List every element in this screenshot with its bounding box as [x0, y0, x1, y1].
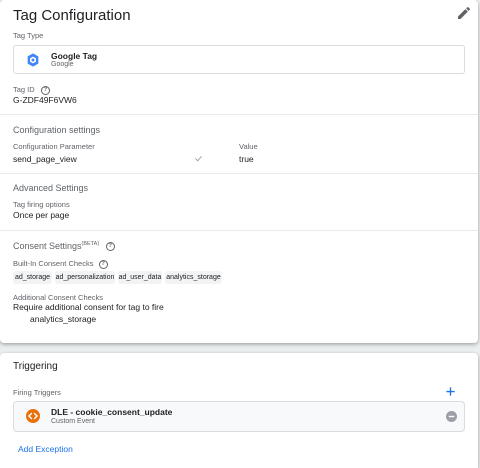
builtin-consent-label: Built-In Consent Checks ? [13, 259, 108, 269]
consent-settings-heading: Consent Settings(BETA) ? [13, 241, 115, 252]
config-parameter-value: send_page_view [13, 154, 77, 164]
divider [0, 114, 478, 115]
divider [0, 230, 478, 231]
tag-id-help-icon[interactable]: ? [40, 85, 50, 95]
consent-help-icon[interactable]: ? [105, 242, 115, 252]
consent-chip: analytics_storage [165, 271, 222, 284]
consent-chip: ad_user_data [118, 271, 162, 284]
custom-event-trigger-icon [26, 409, 40, 423]
additional-consent-item: analytics_storage [30, 314, 97, 324]
configuration-settings-heading: Configuration settings [13, 125, 101, 135]
tag-type-vendor: Google [51, 61, 74, 68]
builtin-consent-label-text: Built-In Consent Checks [13, 259, 94, 268]
tag-configuration-title: Tag Configuration [13, 7, 131, 24]
config-value: true [239, 154, 254, 164]
trigger-type: Custom Event [51, 418, 95, 425]
builtin-consent-help-icon[interactable]: ? [98, 259, 108, 269]
beta-badge: (BETA) [81, 241, 100, 247]
tag-id-label: Tag ID ? [13, 85, 50, 95]
google-tag-icon [27, 53, 39, 67]
tag-type-selector[interactable]: Google Tag Google [13, 45, 465, 74]
trigger-row[interactable]: DLE - cookie_consent_update Custom Event [13, 401, 465, 432]
check-icon [195, 155, 202, 162]
edit-pencil-icon[interactable] [456, 5, 472, 21]
consent-settings-title: Consent Settings [13, 241, 82, 251]
add-exception-button[interactable]: Add Exception [18, 444, 73, 454]
additional-consent-value: Require additional consent for tag to fi… [13, 302, 164, 312]
tag-firing-options-label: Tag firing options [13, 200, 70, 209]
config-value-header: Value [239, 142, 258, 151]
tag-type-name: Google Tag [51, 51, 98, 61]
tag-type-label: Tag Type [13, 31, 44, 40]
config-parameter-header: Configuration Parameter [13, 142, 95, 151]
tag-firing-options-value: Once per page [13, 210, 70, 220]
add-trigger-plus-icon[interactable] [445, 386, 456, 397]
trigger-name: DLE - cookie_consent_update [51, 407, 173, 417]
firing-triggers-label: Firing Triggers [13, 388, 61, 397]
divider [0, 173, 478, 174]
advanced-settings-heading: Advanced Settings [13, 183, 89, 193]
consent-chip: ad_personalization [55, 271, 115, 284]
additional-consent-label: Additional Consent Checks [13, 293, 104, 302]
tag-configuration-card: Tag Configuration Tag Type Google Tag Go… [0, 0, 478, 343]
tag-id-value: G-ZDF49F6VW6 [13, 95, 77, 105]
consent-chip: ad_storage [13, 271, 52, 284]
triggering-title: Triggering [13, 361, 58, 372]
remove-trigger-icon[interactable] [446, 411, 457, 422]
tag-id-label-text: Tag ID [13, 85, 35, 94]
